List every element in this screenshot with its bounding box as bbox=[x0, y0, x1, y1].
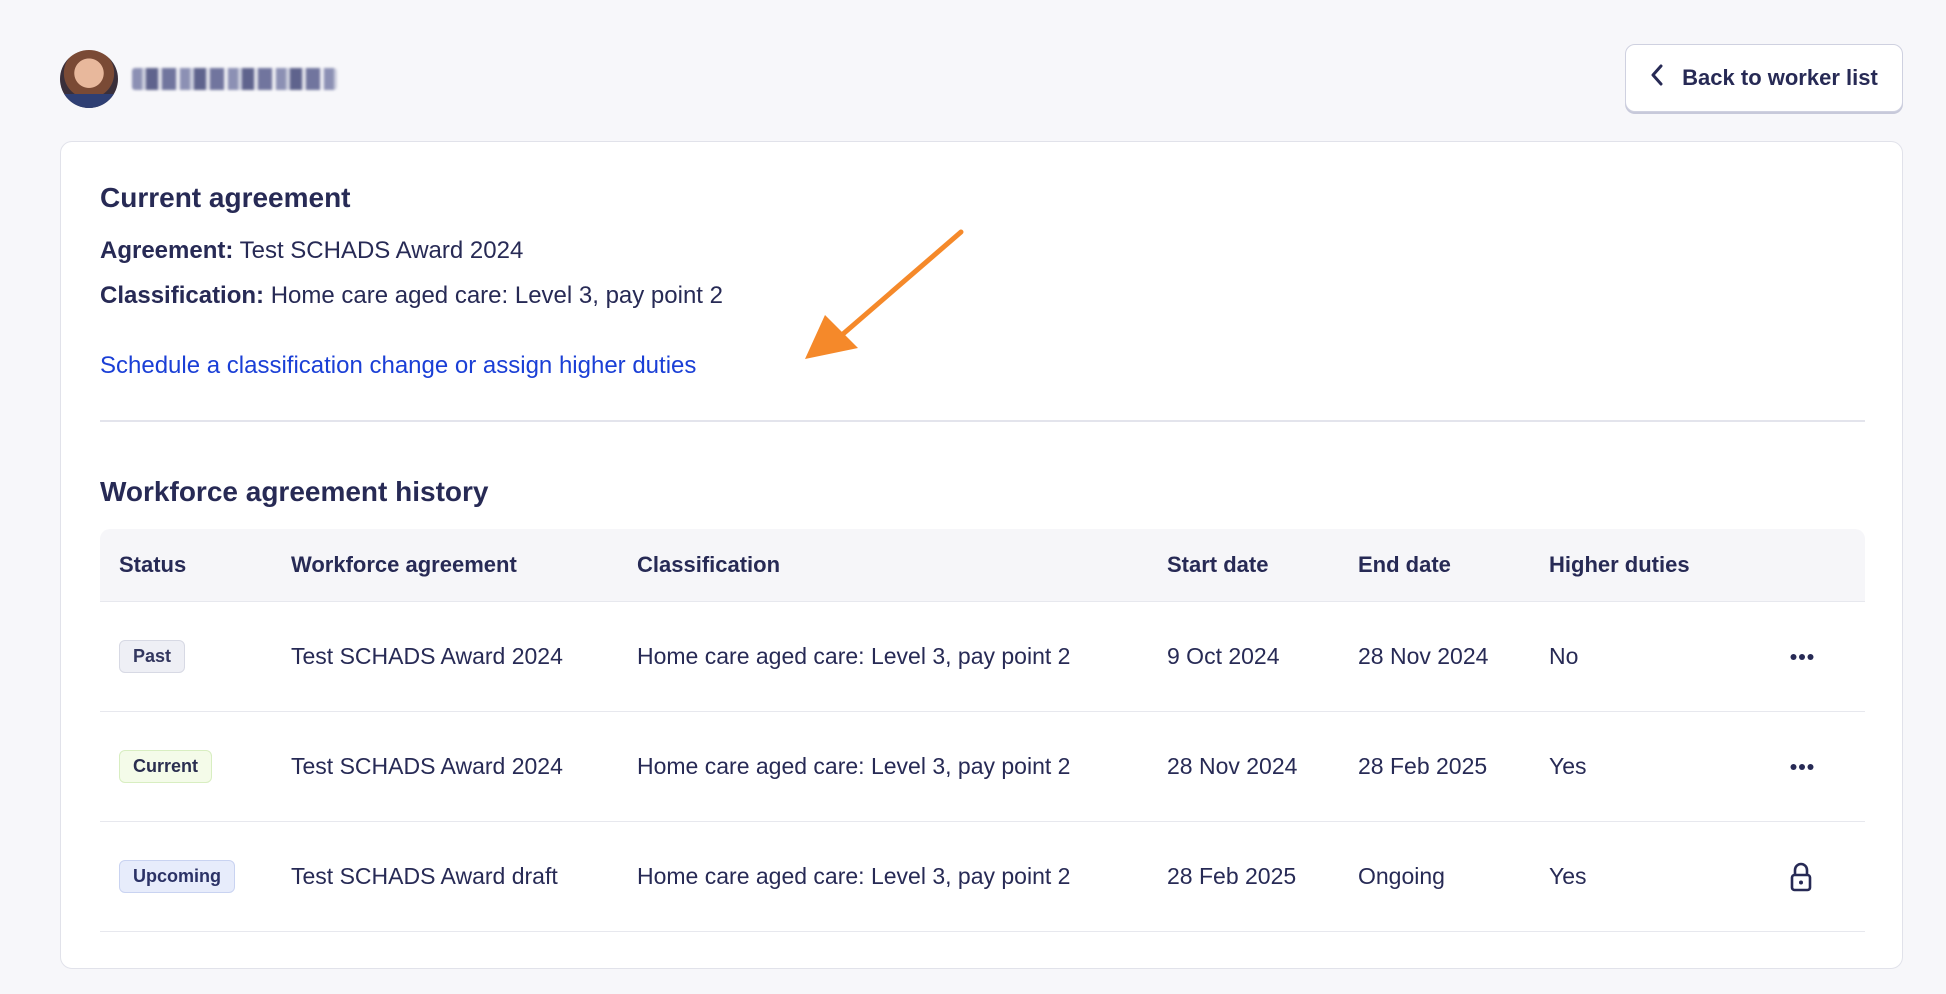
row-actions-button[interactable] bbox=[1790, 712, 1814, 821]
classification-cell: Home care aged care: Level 3, pay point … bbox=[637, 863, 1071, 889]
table-row: Past Test SCHADS Award 2024 Home care ag… bbox=[100, 602, 1865, 712]
end-date-cell: 28 Feb 2025 bbox=[1358, 753, 1488, 779]
column-header-status: Status bbox=[119, 552, 187, 577]
worker-name-redacted bbox=[132, 68, 337, 90]
agreement-cell: Test SCHADS Award draft bbox=[291, 863, 558, 889]
agreement-line: Agreement: Test SCHADS Award 2024 bbox=[100, 237, 523, 265]
agreement-card: Current agreement Agreement: Test SCHADS… bbox=[60, 141, 1903, 969]
column-header-agreement: Workforce agreement bbox=[291, 552, 517, 577]
column-header-classification: Classification bbox=[637, 552, 781, 577]
status-badge: Past bbox=[119, 640, 186, 673]
start-date-cell: 28 Feb 2025 bbox=[1167, 863, 1297, 889]
status-badge: Upcoming bbox=[119, 860, 235, 893]
current-agreement-title: Current agreement bbox=[100, 182, 351, 213]
column-header-higher-duties: Higher duties bbox=[1549, 552, 1690, 577]
column-header-start-date: Start date bbox=[1167, 552, 1269, 577]
classification-value: Home care aged care: Level 3, pay point … bbox=[270, 282, 723, 309]
table-header: Status Workforce agreement Classificatio… bbox=[100, 529, 1865, 602]
start-date-cell: 9 Oct 2024 bbox=[1167, 643, 1280, 669]
classification-cell: Home care aged care: Level 3, pay point … bbox=[637, 643, 1071, 669]
end-date-cell: Ongoing bbox=[1358, 863, 1445, 889]
agreement-cell: Test SCHADS Award 2024 bbox=[291, 643, 563, 669]
agreement-cell: Test SCHADS Award 2024 bbox=[291, 753, 563, 779]
annotation-arrow-icon bbox=[805, 229, 964, 359]
history-title: Workforce agreement history bbox=[100, 476, 489, 507]
worker-name bbox=[132, 68, 133, 69]
row-actions-button[interactable] bbox=[1790, 602, 1814, 711]
schedule-classification-change-link[interactable]: Schedule a classification change or assi… bbox=[100, 352, 696, 380]
start-date-cell: 28 Nov 2024 bbox=[1167, 753, 1298, 779]
classification-label: Classification: bbox=[100, 282, 265, 309]
more-icon bbox=[1790, 763, 1814, 770]
more-icon bbox=[1790, 653, 1814, 660]
table-row: Current Test SCHADS Award 2024 Home care… bbox=[100, 712, 1865, 822]
status-badge: Current bbox=[119, 750, 213, 783]
worker-header bbox=[60, 50, 337, 108]
lock-icon bbox=[1790, 862, 1812, 891]
table-row: Upcoming Test SCHADS Award draft Home ca… bbox=[100, 822, 1865, 932]
back-to-worker-list-button[interactable]: Back to worker list bbox=[1625, 44, 1903, 112]
column-header-end-date: End date bbox=[1358, 552, 1451, 577]
history-table: Status Workforce agreement Classificatio… bbox=[100, 529, 1865, 932]
row-lock-button[interactable] bbox=[1790, 822, 1812, 931]
higher-duties-cell: Yes bbox=[1549, 753, 1587, 779]
avatar bbox=[60, 50, 118, 108]
higher-duties-cell: Yes bbox=[1549, 863, 1587, 889]
classification-cell: Home care aged care: Level 3, pay point … bbox=[637, 753, 1071, 779]
agreement-value: Test SCHADS Award 2024 bbox=[239, 237, 524, 264]
back-button-label: Back to worker list bbox=[1682, 65, 1878, 90]
end-date-cell: 28 Nov 2024 bbox=[1358, 643, 1489, 669]
section-divider bbox=[100, 420, 1865, 422]
agreement-label: Agreement: bbox=[100, 237, 234, 264]
chevron-left-icon bbox=[1650, 64, 1664, 92]
classification-line: Classification: Home care aged care: Lev… bbox=[100, 282, 723, 310]
higher-duties-cell: No bbox=[1549, 643, 1579, 669]
